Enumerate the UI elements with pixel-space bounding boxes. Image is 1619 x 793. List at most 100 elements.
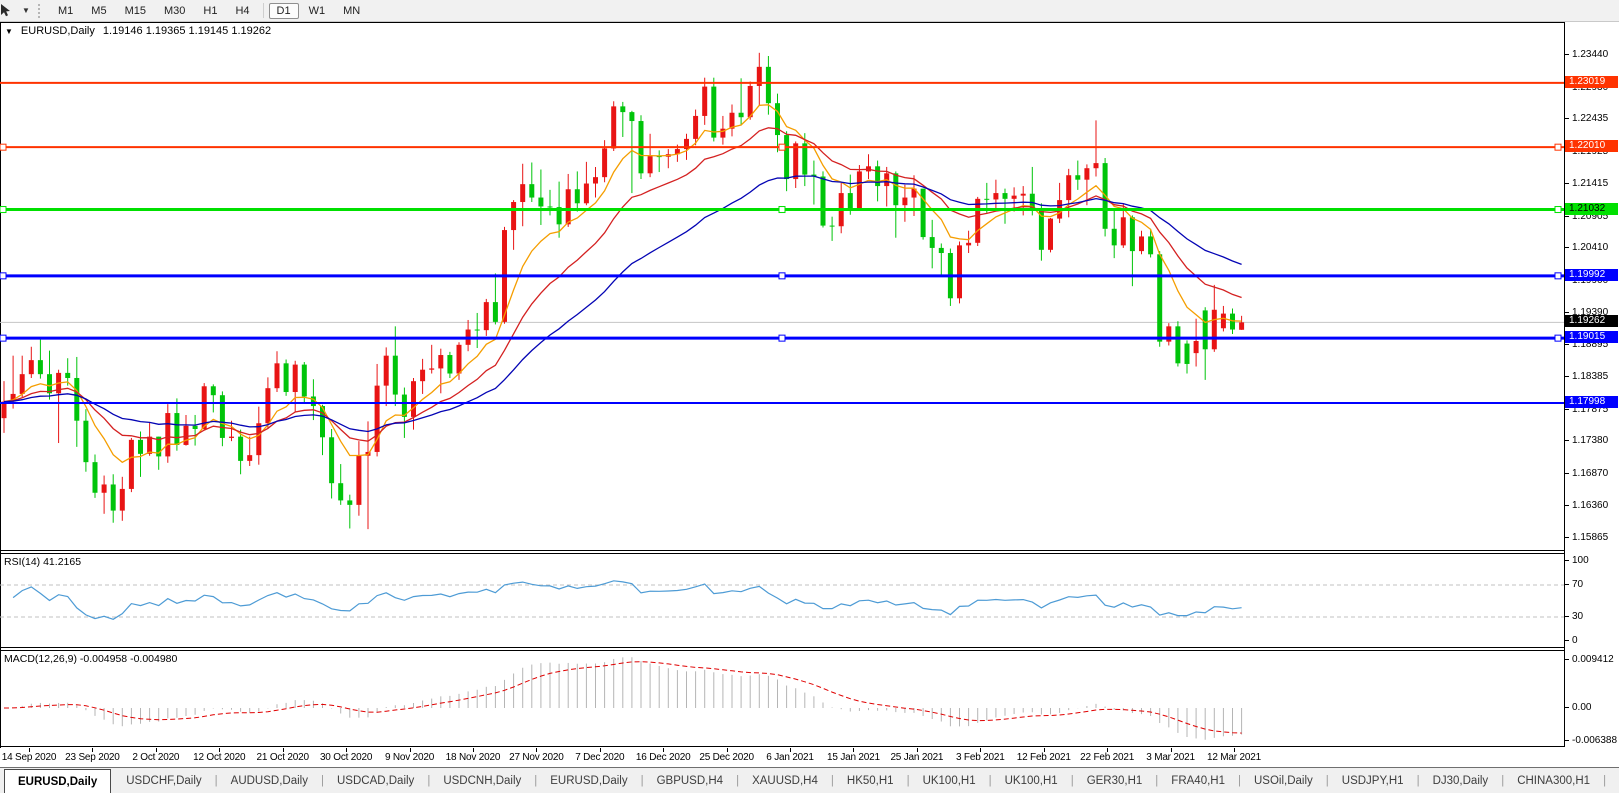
- line-handle[interactable]: [0, 144, 6, 150]
- candle-body: [211, 386, 216, 395]
- candle-body: [129, 440, 134, 489]
- rsi-panel-bottom-border[interactable]: [0, 647, 1564, 648]
- date-axis[interactable]: 14 Sep 202023 Sep 20202 Oct 202012 Oct 2…: [0, 748, 1619, 766]
- line-handle[interactable]: [779, 273, 785, 279]
- chart-window: ▼ EURUSD,Daily 1.19146 1.19365 1.19145 1…: [0, 22, 1619, 767]
- candle-body: [529, 184, 534, 197]
- candle-body: [1185, 344, 1190, 364]
- candle-body: [629, 112, 634, 121]
- cursor-dropdown-icon[interactable]: ▼: [20, 2, 32, 19]
- candle-body: [347, 500, 352, 504]
- timeframe-button-m5[interactable]: M5: [83, 3, 114, 19]
- candle-body: [939, 248, 944, 253]
- timeframe-button-m30[interactable]: M30: [156, 3, 193, 19]
- price-axis-tick: 1.16870: [1565, 468, 1619, 480]
- date-label: 3 Feb 2021: [956, 752, 1005, 763]
- chart-tab-uk100-h1[interactable]: UK100,H1: [910, 768, 989, 793]
- date-label: 12 Feb 2021: [1017, 752, 1071, 763]
- candle-body: [975, 199, 980, 243]
- chart-tab-eurusd-daily[interactable]: EURUSD,Daily: [537, 768, 640, 793]
- chart-tab-fra40-h1[interactable]: FRA40,H1: [1158, 768, 1238, 793]
- toolbar-grip-handle[interactable]: [38, 4, 43, 18]
- candle-body: [420, 370, 425, 381]
- timeframe-button-m1[interactable]: M1: [50, 3, 81, 19]
- timeframe-button-h1[interactable]: H1: [195, 3, 225, 19]
- chart-tab-hk50-h1[interactable]: HK50,H1: [834, 768, 907, 793]
- chart-tab-uk100-h1[interactable]: UK100,H1: [992, 768, 1071, 793]
- rsi-axis-tick: 0: [1565, 635, 1619, 647]
- candle-body: [830, 226, 835, 227]
- timeframe-button-w1[interactable]: W1: [301, 3, 334, 19]
- candle-body: [193, 426, 198, 429]
- rsi-panel[interactable]: [0, 554, 1564, 647]
- rsi-axis-tick: 30: [1565, 611, 1619, 623]
- chart-tab-china300-h1[interactable]: CHINA300,H1: [1504, 768, 1603, 793]
- candle-body: [229, 437, 234, 438]
- price-axis-tick: 1.21415: [1565, 178, 1619, 190]
- chart-tab-usoil-daily[interactable]: USOil,Daily: [1606, 768, 1619, 793]
- candle-body: [256, 423, 261, 455]
- line-handle[interactable]: [0, 335, 6, 341]
- candle-body: [1139, 236, 1144, 251]
- chart-tab-xauusd-h4[interactable]: XAUUSD,H4: [739, 768, 831, 793]
- line-handle[interactable]: [1555, 144, 1561, 150]
- candle-body: [793, 143, 798, 179]
- line-handle[interactable]: [0, 273, 6, 279]
- chart-tab-audusd-daily[interactable]: AUDUSD,Daily: [218, 768, 321, 793]
- price-axis-tick: 1.18385: [1565, 371, 1619, 383]
- cursor-tool-icon[interactable]: [2, 2, 18, 19]
- date-label: 9 Nov 2020: [385, 752, 434, 763]
- candle-body: [548, 206, 553, 207]
- candle-body: [1094, 163, 1099, 168]
- timeframe-button-d1[interactable]: D1: [269, 3, 299, 19]
- line-handle[interactable]: [779, 207, 785, 213]
- line-handle[interactable]: [1555, 273, 1561, 279]
- price-axis-tick: 1.22435: [1565, 113, 1619, 125]
- date-label: 30 Oct 2020: [320, 752, 372, 763]
- line-handle[interactable]: [1555, 335, 1561, 341]
- date-label: 14 Sep 2020: [2, 752, 57, 763]
- macd-axis-tick: 0.00: [1565, 702, 1619, 714]
- price-level-tag: 1.19015: [1565, 331, 1618, 343]
- ma-medium-line: [4, 128, 1242, 441]
- chart-tab-usoil-daily[interactable]: USOil,Daily: [1241, 768, 1326, 793]
- date-label: 12 Oct 2020: [193, 752, 245, 763]
- timeframe-button-mn[interactable]: MN: [335, 3, 368, 19]
- collapse-icon[interactable]: ▼: [5, 27, 13, 36]
- date-label: 21 Oct 2020: [257, 752, 309, 763]
- date-label: 2 Oct 2020: [132, 752, 179, 763]
- line-handle[interactable]: [779, 335, 785, 341]
- candle-body: [247, 455, 252, 461]
- chart-tab-gbpusd-h4[interactable]: GBPUSD,H4: [644, 768, 736, 793]
- line-handle[interactable]: [779, 144, 785, 150]
- line-handle[interactable]: [0, 207, 6, 213]
- candle-body: [184, 426, 189, 445]
- candle-body: [329, 437, 334, 483]
- chart-tab-ger30-h1[interactable]: GER30,H1: [1074, 768, 1156, 793]
- ma-fast-line: [4, 105, 1242, 463]
- candle-body: [1121, 217, 1126, 245]
- candle-body: [457, 345, 462, 374]
- timeframe-button-h4[interactable]: H4: [227, 3, 257, 19]
- chart-tab-dj30-daily[interactable]: DJ30,Daily: [1420, 768, 1502, 793]
- chart-tab-usdcad-daily[interactable]: USDCAD,Daily: [324, 768, 427, 793]
- timeframe-button-m15[interactable]: M15: [117, 3, 154, 19]
- candle-body: [1021, 194, 1026, 196]
- candle-body: [748, 86, 753, 117]
- candle-body: [2, 402, 7, 419]
- main-price-chart[interactable]: [0, 23, 1564, 550]
- line-handle[interactable]: [1555, 207, 1561, 213]
- candle-body: [902, 198, 907, 206]
- date-label: 22 Feb 2021: [1080, 752, 1134, 763]
- chart-tab-usdchf-daily[interactable]: USDCHF,Daily: [113, 768, 214, 793]
- macd-panel-top-border: [0, 650, 1564, 651]
- candle-body: [493, 302, 498, 322]
- candle-body: [393, 356, 398, 395]
- main-panel-bottom-border[interactable]: [0, 550, 1564, 551]
- price-axis[interactable]: 1.234401.229301.224351.219251.214151.209…: [1565, 22, 1619, 766]
- macd-panel[interactable]: [0, 651, 1564, 746]
- candle-body: [930, 237, 935, 248]
- chart-tab-usdcnh-daily[interactable]: USDCNH,Daily: [430, 768, 534, 793]
- chart-tab-usdjpy-h1[interactable]: USDJPY,H1: [1329, 768, 1417, 793]
- chart-tab-eurusd-daily[interactable]: EURUSD,Daily: [4, 769, 111, 793]
